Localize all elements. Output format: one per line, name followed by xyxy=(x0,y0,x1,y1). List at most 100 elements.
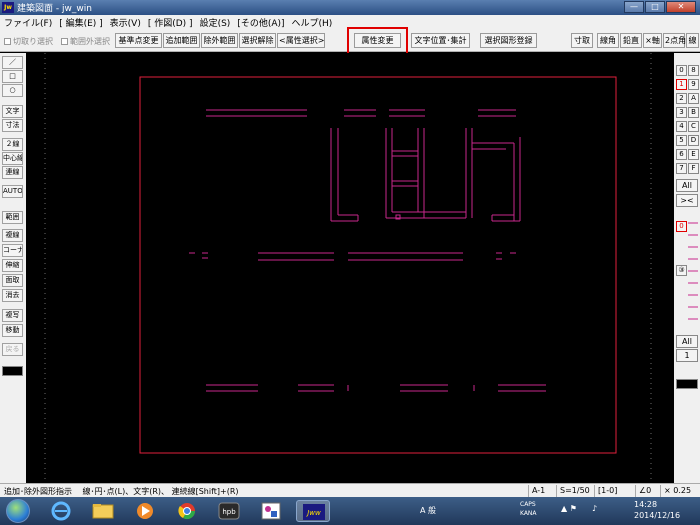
add-range-button[interactable]: 追加範囲 xyxy=(163,33,200,48)
tool-double-line[interactable]: ２線 xyxy=(2,138,23,151)
layer-3[interactable]: ③ xyxy=(676,265,687,276)
layer-group-9[interactable]: 9 xyxy=(688,79,699,90)
layer-group-3[interactable]: 3 xyxy=(676,107,687,118)
paint-icon[interactable] xyxy=(254,500,288,522)
layer-group-all-button[interactable]: All xyxy=(676,179,698,192)
tool-copy[interactable]: 複写 xyxy=(2,309,23,322)
status-bar: 追加･除外図形指示 線･円･点(L)、文字(R)、 連続線[Shift]+(R)… xyxy=(0,483,700,497)
tool-text[interactable]: 文字 xyxy=(2,105,23,118)
speaker-icon[interactable]: ♪ xyxy=(592,504,597,513)
tool-undo[interactable]: 戻る xyxy=(2,343,23,356)
outside-select-label: 範囲外選択 xyxy=(70,37,110,46)
ie-icon[interactable] xyxy=(44,500,78,522)
checkbox-icon xyxy=(61,38,68,45)
layer-swap-button[interactable]: >< xyxy=(676,194,698,207)
angle-display[interactable]: ∠0 xyxy=(635,485,651,497)
menu-view[interactable]: 表示(V) xyxy=(110,16,141,29)
layer-group-5[interactable]: 5 xyxy=(676,135,687,146)
layer-group-2[interactable]: 2 xyxy=(676,93,687,104)
layer-group-F[interactable]: F xyxy=(688,163,699,174)
title-bar: Jw 建築図面 - jw_win — □ ✕ xyxy=(0,0,700,15)
base-point-button[interactable]: 基準点変更 xyxy=(115,33,162,48)
tool-line[interactable]: ／ xyxy=(2,56,23,69)
layer-all-button[interactable]: All xyxy=(676,335,698,348)
tool-corner[interactable]: コーナー xyxy=(2,244,23,257)
attr-select-button[interactable]: <属性選択> xyxy=(277,33,325,48)
exclude-range-button[interactable]: 除外範囲 xyxy=(201,33,238,48)
tool-rectangle[interactable]: □ xyxy=(2,70,23,83)
line-style-swatch[interactable] xyxy=(2,366,23,376)
tool-continuous-line[interactable]: 連線 xyxy=(2,166,23,179)
tool-auto[interactable]: AUTO xyxy=(2,185,23,198)
layer-group-E[interactable]: E xyxy=(688,149,699,160)
layer-group-7[interactable]: 7 xyxy=(676,163,687,174)
line-length-button[interactable]: 線 xyxy=(686,33,699,48)
drawing-canvas[interactable] xyxy=(26,53,674,483)
tool-range[interactable]: 範囲 xyxy=(2,211,23,224)
chrome-icon[interactable] xyxy=(170,500,204,522)
menu-help[interactable]: ヘルプ(H) xyxy=(292,16,333,29)
layer-group-0[interactable]: 0 xyxy=(676,65,687,76)
dimension-button[interactable]: 寸取 xyxy=(571,33,593,48)
cut-select-checkbox[interactable]: 切取り選択 xyxy=(4,36,53,47)
vertical-button[interactable]: 鉛直 xyxy=(620,33,642,48)
left-tool-palette: ／ □ ○ 文字 寸法 ２線 中心線 連線 AUTO 範囲 複線 コーナー 伸縮… xyxy=(0,53,26,483)
svg-text:Jww: Jww xyxy=(305,509,321,517)
tool-dimension[interactable]: 寸法 xyxy=(2,119,23,132)
drawing-svg xyxy=(44,53,652,483)
tool-move[interactable]: 移動 xyxy=(2,324,23,337)
hpb-icon[interactable]: hpb xyxy=(212,500,246,522)
tool-center-line[interactable]: 中心線 xyxy=(2,152,23,165)
status-message: 追加･除外図形指示 線･円･点(L)、文字(R)、 連続線[Shift]+(R) xyxy=(4,487,239,496)
text-position-button[interactable]: 文字位置･集計 xyxy=(411,33,470,48)
close-button[interactable]: ✕ xyxy=(666,1,696,13)
tool-erase[interactable]: 消去 xyxy=(2,289,23,302)
tool-offset[interactable]: 複線 xyxy=(2,229,23,242)
tool-circle[interactable]: ○ xyxy=(2,84,23,97)
menu-other[interactable]: [その他(A)] xyxy=(237,16,284,29)
clock-time[interactable]: 14:28 xyxy=(634,500,657,509)
color-swatch[interactable] xyxy=(676,379,698,389)
svg-text:hpb: hpb xyxy=(222,508,236,516)
menu-draw[interactable]: [ 作図(D) ] xyxy=(148,16,193,29)
layer-group-8[interactable]: 8 xyxy=(688,65,699,76)
line-angle-button[interactable]: 線角 xyxy=(597,33,619,48)
x-axis-button[interactable]: ×軸 xyxy=(643,33,662,48)
start-button[interactable] xyxy=(6,499,30,523)
clear-selection-button[interactable]: 選択解除 xyxy=(239,33,276,48)
layer-display[interactable]: [1-0] xyxy=(594,485,617,497)
layer-group-C[interactable]: C xyxy=(688,121,699,132)
taskbar: hpb Jww A 般 CAPS KANA ▲ ⚑ ♪ 14:28 2014/1… xyxy=(0,497,700,525)
paper-size[interactable]: A-1 xyxy=(528,485,545,497)
drawing-frame xyxy=(139,76,617,454)
layer-group-A[interactable]: A xyxy=(688,93,699,104)
tool-chamfer[interactable]: 面取 xyxy=(2,274,23,287)
menu-file[interactable]: ファイル(F) xyxy=(4,16,52,29)
layer-group-1[interactable]: 1 xyxy=(676,79,687,90)
folder-icon[interactable] xyxy=(86,500,120,522)
layer-number[interactable]: 1 xyxy=(676,349,698,362)
layer-group-6[interactable]: 6 xyxy=(676,149,687,160)
outside-select-checkbox[interactable]: 範囲外選択 xyxy=(61,36,110,47)
kana-indicator: KANA xyxy=(520,510,537,517)
ime-indicator[interactable]: A 般 xyxy=(420,505,436,516)
layer-group-4[interactable]: 4 xyxy=(676,121,687,132)
menu-settings[interactable]: 設定(S) xyxy=(200,16,231,29)
magnification-display[interactable]: × 0.25 xyxy=(660,485,691,497)
register-shape-button[interactable]: 選択図形登録 xyxy=(480,33,537,48)
cut-select-label: 切取り選択 xyxy=(13,37,53,46)
layer-0[interactable]: 0 xyxy=(676,221,687,232)
scale-display[interactable]: S=1/50 xyxy=(556,485,590,497)
maximize-button[interactable]: □ xyxy=(645,1,665,13)
flag-icon[interactable]: ▲ ⚑ xyxy=(561,504,577,513)
jww-taskbar-icon[interactable]: Jww xyxy=(296,500,330,522)
layer-palette: 0 8 1 9 2 A 3 B 4 C 5 D 6 E 7 F All >< 0… xyxy=(674,53,700,483)
minimize-button[interactable]: — xyxy=(624,1,644,13)
media-player-icon[interactable] xyxy=(128,500,162,522)
clock-date[interactable]: 2014/12/16 xyxy=(634,511,680,520)
tool-extend[interactable]: 伸縮 xyxy=(2,259,23,272)
layer-group-B[interactable]: B xyxy=(688,107,699,118)
layer-group-D[interactable]: D xyxy=(688,135,699,146)
two-point-angle-button[interactable]: 2点角 xyxy=(663,33,686,48)
menu-edit[interactable]: [ 編集(E) ] xyxy=(59,16,102,29)
